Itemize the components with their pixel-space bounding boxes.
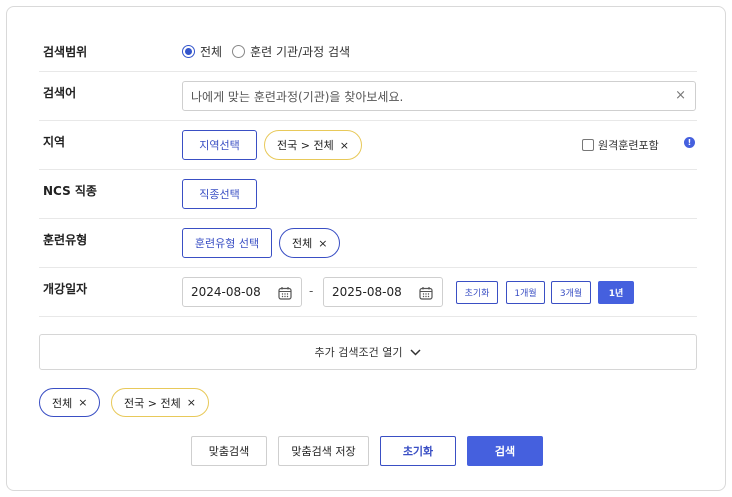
training-type-label: 훈련유형 <box>43 233 88 247</box>
date-separator: - <box>309 284 314 298</box>
region-row: 지역 지역선택 전국 > 전체 × 원격훈련포함 ! <box>39 121 697 170</box>
scope-row: 검색범위 전체 훈련 기관/과정 검색 <box>39 30 697 72</box>
scope-radio-institution[interactable]: 훈련 기관/과정 검색 <box>232 43 350 60</box>
clear-icon[interactable]: × <box>675 88 686 103</box>
selected-chip-label: 전체 <box>52 396 73 410</box>
chevron-down-icon <box>410 348 421 356</box>
calendar-icon[interactable] <box>419 286 433 300</box>
radio-unselected-icon <box>232 45 246 58</box>
scope-label: 검색범위 <box>43 45 88 59</box>
date-label: 개강일자 <box>43 282 88 296</box>
start-date-value: 2024-08-08 <box>191 285 261 299</box>
more-filters-toggle[interactable]: 추가 검색조건 열기 <box>39 334 697 370</box>
remote-training-checkbox[interactable]: 원격훈련포함 <box>582 137 659 153</box>
preset-3-month-button[interactable]: 3개월 <box>551 281 591 304</box>
scope-options: 전체 훈련 기관/과정 검색 <box>182 43 360 60</box>
match-search-button[interactable]: 맞춤검색 <box>191 436 267 466</box>
keyword-input[interactable]: 나에게 맞는 훈련과정(기관)을 찾아보세요. × <box>182 81 696 111</box>
date-row: 개강일자 2024-08-08 - 2025-08-08 초기화 1개월 3개월… <box>39 268 697 317</box>
region-select-button[interactable]: 지역선택 <box>182 130 257 160</box>
search-panel: 검색범위 전체 훈련 기관/과정 검색 검색어 나에게 맞는 훈련과정(기관)을… <box>6 6 726 491</box>
keyword-label: 검색어 <box>43 86 77 100</box>
keyword-row: 검색어 나에게 맞는 훈련과정(기관)을 찾아보세요. × <box>39 72 697 121</box>
region-chip-label: 전국 > 전체 <box>277 139 334 152</box>
preset-1-month-button[interactable]: 1개월 <box>506 281 545 304</box>
end-date-value: 2025-08-08 <box>332 285 402 299</box>
close-icon[interactable]: × <box>340 139 349 152</box>
keyword-placeholder: 나에게 맞는 훈련과정(기관)을 찾아보세요. <box>191 89 404 104</box>
close-icon[interactable]: × <box>318 237 327 250</box>
training-type-row: 훈련유형 훈련유형 선택 전체 × <box>39 219 697 268</box>
close-icon[interactable]: × <box>187 396 196 409</box>
radio-selected-icon <box>182 45 195 58</box>
region-chip: 전국 > 전체 × <box>264 130 362 160</box>
info-icon[interactable]: ! <box>684 137 695 148</box>
end-date-input[interactable]: 2025-08-08 <box>323 277 443 307</box>
ncs-select-button[interactable]: 직종선택 <box>182 179 257 209</box>
start-date-input[interactable]: 2024-08-08 <box>182 277 302 307</box>
checkbox-icon <box>582 139 594 151</box>
preset-1-year-button[interactable]: 1년 <box>598 281 634 304</box>
selected-chip: 전체 × <box>39 388 101 417</box>
scope-radio-all[interactable]: 전체 <box>182 43 222 60</box>
scope-option-label: 전체 <box>200 45 223 59</box>
remote-training-label: 원격훈련포함 <box>598 139 659 152</box>
selected-chip: 전국 > 전체 × <box>111 388 209 417</box>
close-icon[interactable]: × <box>78 396 87 409</box>
region-label: 지역 <box>43 135 66 149</box>
calendar-icon[interactable] <box>278 286 292 300</box>
scope-option-label: 훈련 기관/과정 검색 <box>250 45 351 59</box>
training-type-chip: 전체 × <box>279 228 341 258</box>
training-type-chip-label: 전체 <box>292 237 313 250</box>
ncs-label: NCS 직종 <box>43 184 97 198</box>
training-type-select-button[interactable]: 훈련유형 선택 <box>182 228 272 258</box>
search-button[interactable]: 검색 <box>467 436 543 466</box>
selected-chip-label: 전국 > 전체 <box>124 396 181 410</box>
save-match-search-button[interactable]: 맞춤검색 저장 <box>278 436 369 466</box>
reset-button[interactable]: 초기화 <box>380 436 456 466</box>
ncs-row: NCS 직종 직종선택 <box>39 170 697 219</box>
preset-reset-button[interactable]: 초기화 <box>456 281 498 304</box>
more-filters-label: 추가 검색조건 열기 <box>314 346 403 359</box>
